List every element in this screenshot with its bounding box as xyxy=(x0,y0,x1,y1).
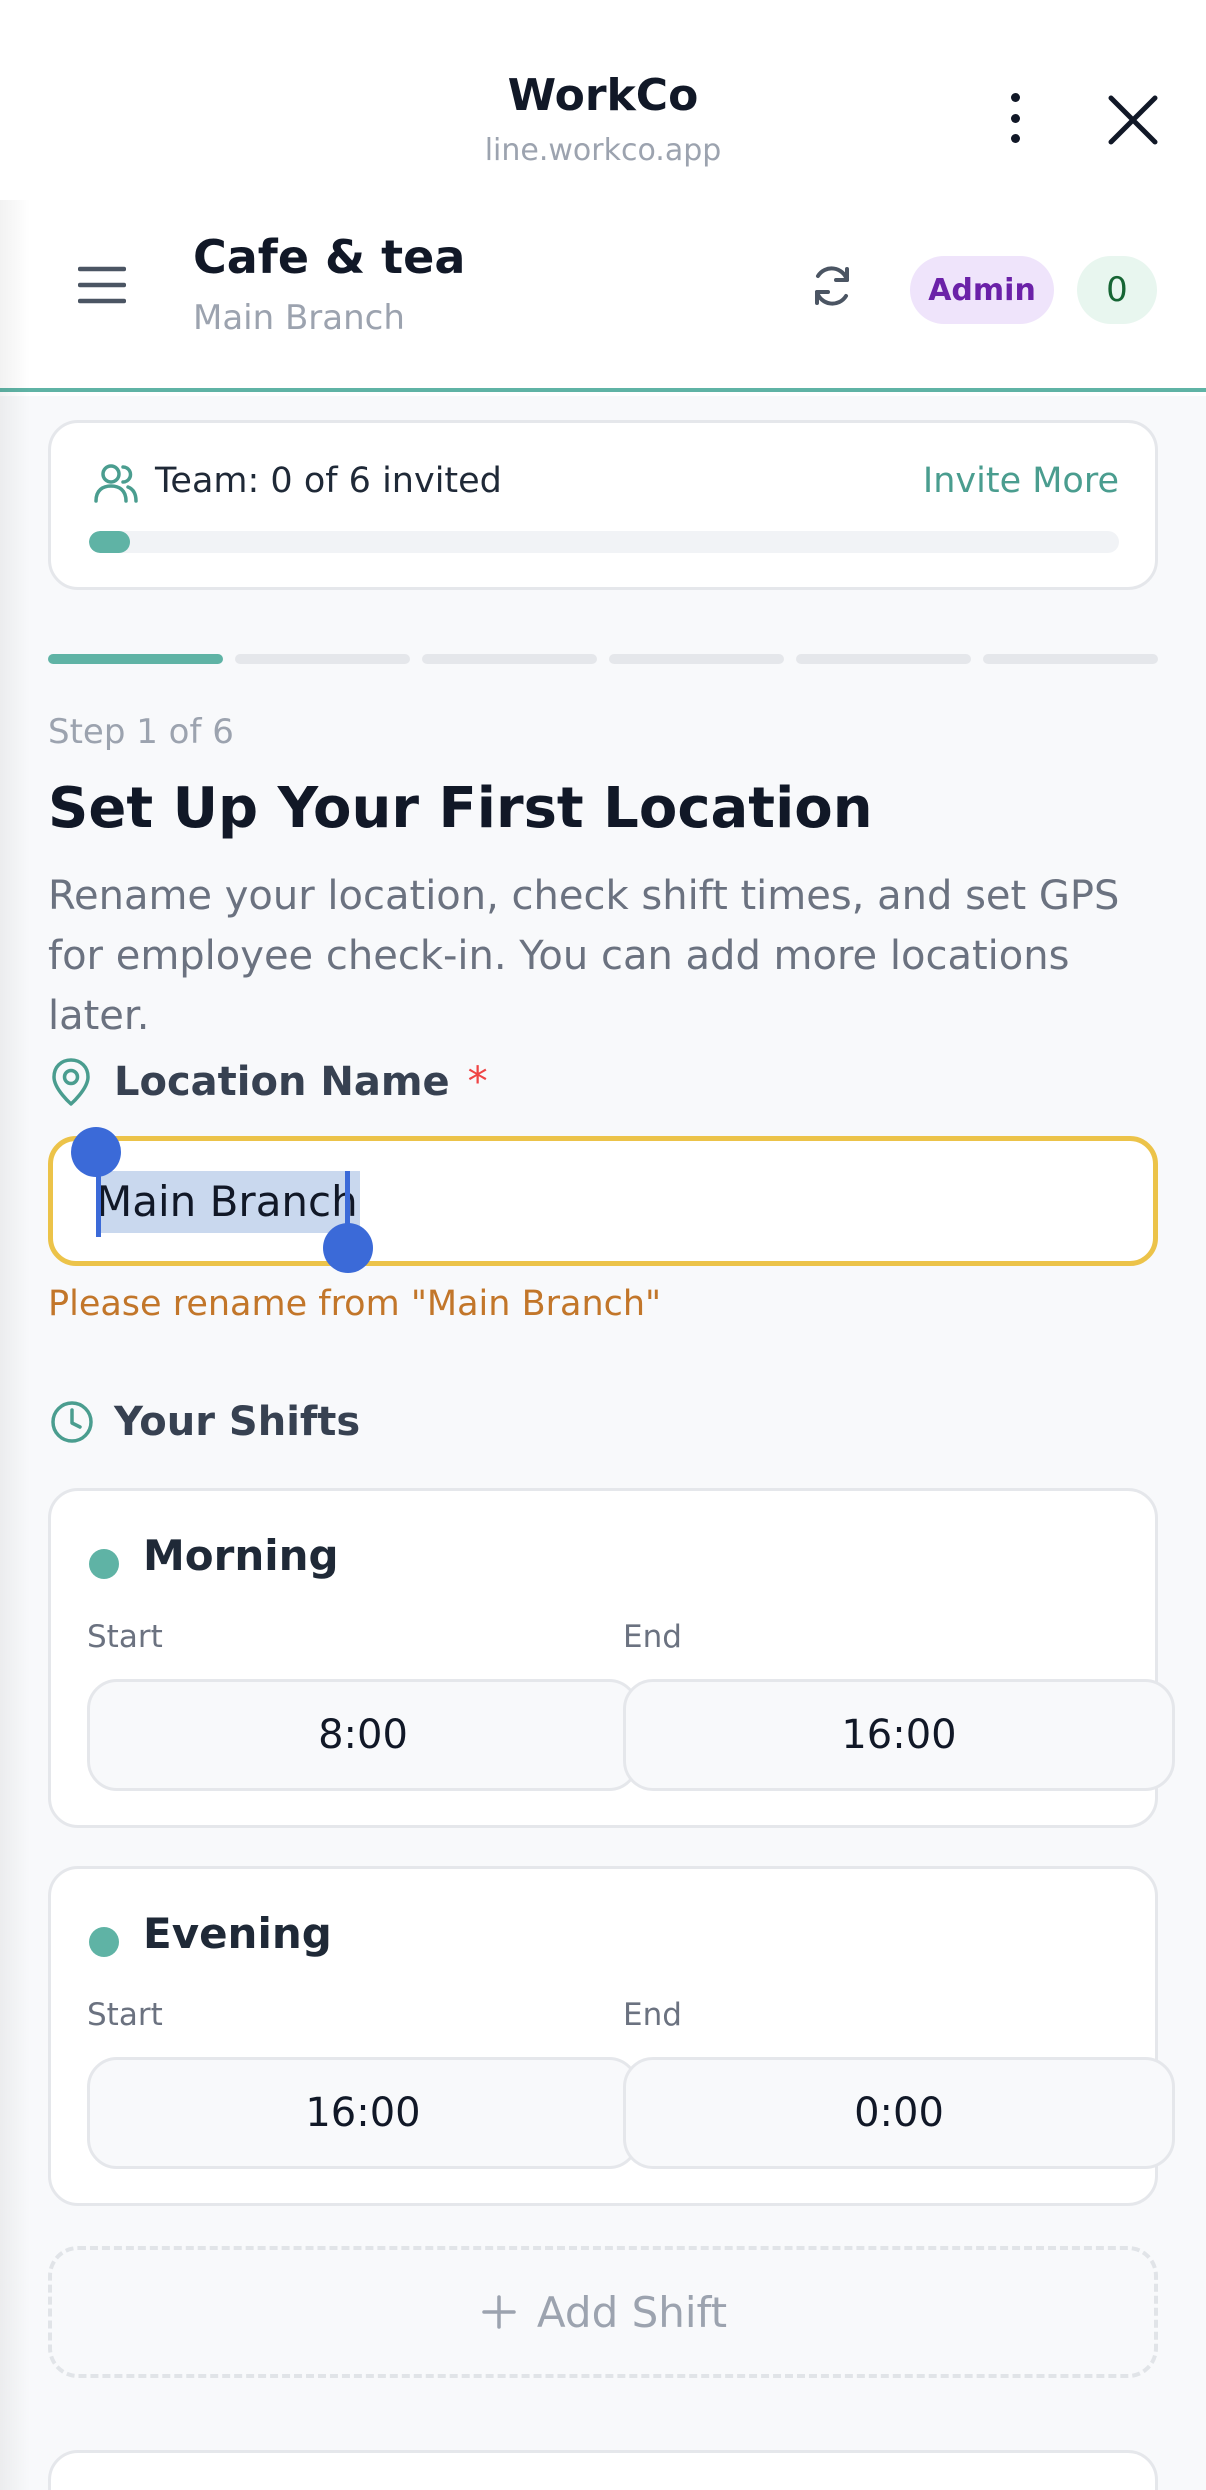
shift-start-time-field[interactable]: 16:00 xyxy=(87,2057,639,2169)
page-edge-shadow xyxy=(0,200,30,2490)
team-icon xyxy=(93,461,139,507)
shift-status-dot xyxy=(89,1549,119,1579)
location-name-label: Location Name * xyxy=(48,1052,488,1112)
selection-end-handle[interactable] xyxy=(323,1223,373,1273)
step-segment-5 xyxy=(796,654,971,664)
next-section-card xyxy=(48,2450,1158,2490)
shift-card-morning: Morning Start End 8:00 16:00 xyxy=(48,1488,1175,1828)
step-segment-3 xyxy=(422,654,597,664)
shift-name: Morning xyxy=(143,1531,339,1580)
location-name-label-text: Location Name xyxy=(114,1059,450,1105)
shifts-label-text: Your Shifts xyxy=(114,1399,361,1445)
plus-icon xyxy=(479,2292,519,2332)
shift-status-dot xyxy=(89,1927,119,1957)
end-label: End xyxy=(623,1619,682,1655)
page-title: Set Up Your First Location xyxy=(48,776,873,841)
close-icon[interactable] xyxy=(1105,92,1161,148)
browser-top-bar: WorkCo line.workco.app xyxy=(0,0,1206,200)
team-progress-bar xyxy=(89,531,1119,553)
app-header: Cafe & tea Main Branch Admin 0 xyxy=(0,200,1206,392)
hamburger-menu-icon[interactable] xyxy=(77,265,127,305)
start-label: Start xyxy=(87,1997,163,2033)
step-segment-2 xyxy=(235,654,410,664)
shift-name: Evening xyxy=(143,1909,332,1958)
onboarding-main: Team: 0 of 6 invited Invite More Step 1 … xyxy=(0,396,1206,2490)
team-progress-fill xyxy=(89,531,131,553)
team-invite-status: Team: 0 of 6 invited xyxy=(155,461,502,501)
add-shift-button[interactable]: Add Shift xyxy=(48,2246,1158,2378)
step-segment-6 xyxy=(983,654,1158,664)
refresh-icon[interactable] xyxy=(806,260,858,312)
clock-icon xyxy=(48,1398,96,1446)
location-name-warning: Please rename from "Main Branch" xyxy=(48,1284,662,1324)
shifts-section-label: Your Shifts xyxy=(48,1392,360,1452)
location-name-value[interactable]: Main Branch xyxy=(96,1171,360,1233)
step-progress-indicator xyxy=(48,654,1158,664)
shift-start-time-field[interactable]: 8:00 xyxy=(87,1679,639,1791)
page-description: Rename your location, check shift times,… xyxy=(48,873,1120,1039)
role-badge: Admin xyxy=(910,256,1054,324)
shift-end-time-field[interactable]: 16:00 xyxy=(623,1679,1175,1791)
invite-more-link[interactable]: Invite More xyxy=(923,461,1119,501)
start-label: Start xyxy=(87,1619,163,1655)
step-counter: Step 1 of 6 xyxy=(48,712,234,752)
step-segment-4 xyxy=(609,654,784,664)
more-vertical-icon[interactable] xyxy=(990,88,1040,148)
step-segment-1 xyxy=(48,654,223,664)
location-name-input[interactable]: Main Branch xyxy=(48,1127,1158,1273)
count-badge: 0 xyxy=(1077,256,1157,324)
current-branch-name: Main Branch xyxy=(193,298,405,338)
team-invite-card: Team: 0 of 6 invited Invite More xyxy=(48,420,1158,590)
selection-start-caret xyxy=(96,1171,101,1237)
shift-end-time-field[interactable]: 0:00 xyxy=(623,2057,1175,2169)
add-shift-label: Add Shift xyxy=(536,2287,728,2337)
required-asterisk: * xyxy=(467,1059,488,1105)
selection-start-handle[interactable] xyxy=(71,1127,121,1177)
shift-card-evening: Evening Start End 16:00 0:00 xyxy=(48,1866,1175,2206)
map-pin-icon xyxy=(48,1056,94,1108)
end-label: End xyxy=(623,1997,682,2033)
organization-name: Cafe & tea xyxy=(193,230,466,284)
